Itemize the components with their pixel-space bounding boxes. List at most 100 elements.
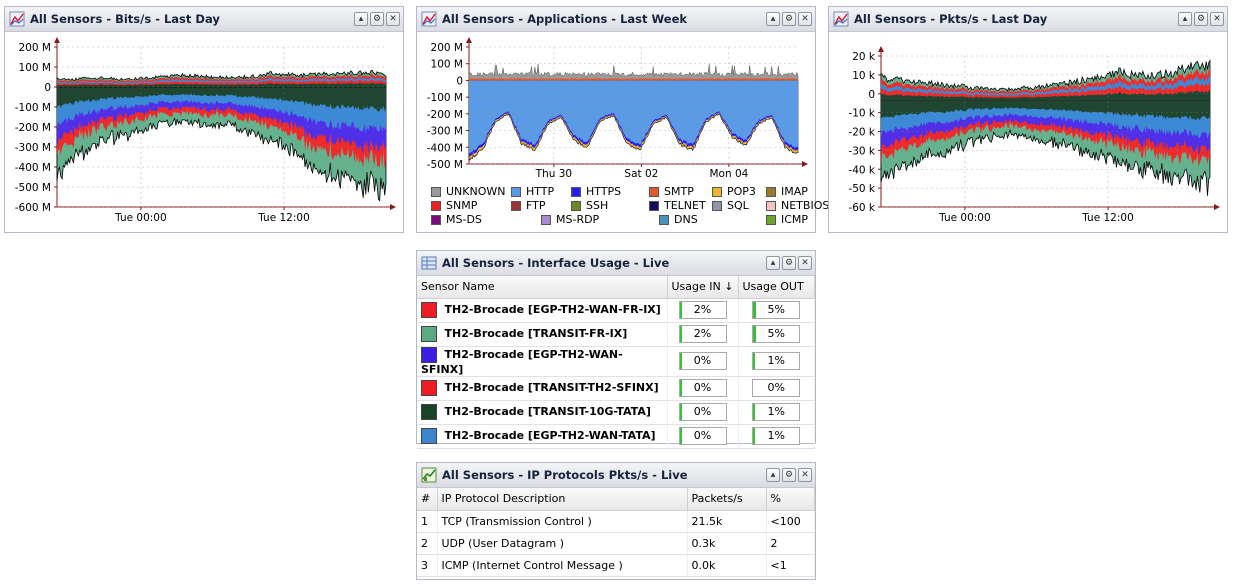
table-row[interactable]: TH2-Brocade [TRANSIT-FR-IX] 2% 5% xyxy=(417,322,815,347)
close-icon[interactable]: ✕ xyxy=(798,256,812,270)
close-icon[interactable]: ✕ xyxy=(798,468,812,482)
legend-item[interactable]: DNS xyxy=(659,213,698,226)
table-row[interactable]: TH2-Brocade [TRANSIT-10G-TATA] 0% 1% xyxy=(417,400,815,425)
legend-item[interactable]: SSH xyxy=(571,199,608,212)
col-sensor-name[interactable]: Sensor Name xyxy=(417,276,668,299)
minimize-icon[interactable]: ▴ xyxy=(766,468,780,482)
usage-in-value: 0% xyxy=(693,429,712,442)
col-usage-out[interactable]: Usage OUT xyxy=(738,276,815,299)
ip-protocols-table: # IP Protocol Description Packets/s % 1 … xyxy=(417,488,815,577)
usage-in-cell: 0% xyxy=(667,376,739,401)
usage-in-bar: 0% xyxy=(678,379,727,397)
sensor-cell: TH2-Brocade [EGP-TH2-WAN-SFINX] xyxy=(417,346,668,377)
legend-item[interactable]: NETBIOS xyxy=(766,199,829,212)
table-row[interactable]: TH2-Brocade [EGP-TH2-WAN-TATA] 0% 1% xyxy=(417,424,815,449)
legend-label: ICMP xyxy=(781,213,809,226)
col-percent[interactable]: % xyxy=(766,488,815,511)
pkts-chart[interactable]: 20 k 10 k 0 -10 k -20 k -30 k -40 k -50 k -60 k T… xyxy=(829,32,1227,232)
table-row[interactable]: 2 UDP (User Datagram ) 0.3k 2 xyxy=(417,532,815,555)
legend-label: MS-RDP xyxy=(556,213,600,226)
panel-title: All Sensors - IP Protocols Pkts/s - Live xyxy=(442,468,688,482)
y-tick-label: -600 M xyxy=(15,202,51,214)
legend-item[interactable]: SMTP xyxy=(649,185,694,198)
y-tick-label: -10 k xyxy=(848,108,875,120)
legend-item[interactable]: FTP xyxy=(511,199,546,212)
chart-icon xyxy=(421,11,437,27)
settings-icon[interactable]: ⚙ xyxy=(782,256,796,270)
col-description[interactable]: IP Protocol Description xyxy=(437,488,688,511)
panel-header[interactable]: All Sensors - Applications - Last Week ▴… xyxy=(417,7,815,32)
minimize-icon[interactable]: ▴ xyxy=(766,12,780,26)
legend-item[interactable]: POP3 xyxy=(712,185,756,198)
settings-icon[interactable]: ⚙ xyxy=(782,12,796,26)
interface-usage-table: Sensor Name Usage IN ↓ Usage OUT TH2-Bro… xyxy=(417,276,815,449)
settings-icon[interactable]: ⚙ xyxy=(370,12,384,26)
usage-in-cell: 0% xyxy=(667,346,739,377)
y-tick-label: -500 M xyxy=(15,182,51,194)
chart-series-group xyxy=(468,63,799,161)
legend-item[interactable]: HTTPS xyxy=(571,185,621,198)
close-icon[interactable]: ✕ xyxy=(798,12,812,26)
legend-item[interactable]: HTTP xyxy=(511,185,554,198)
panel-header[interactable]: All Sensors - Bits/s - Last Day ▴ ⚙ ✕ xyxy=(5,7,403,32)
legend-item[interactable]: SNMP xyxy=(431,199,477,212)
table-chart-icon xyxy=(421,467,437,483)
legend-item[interactable]: MS-RDP xyxy=(541,213,599,226)
usage-in-bar: 0% xyxy=(678,427,727,445)
legend-item[interactable]: UNKNOWN xyxy=(431,185,506,198)
minimize-icon[interactable]: ▴ xyxy=(1178,12,1192,26)
legend-swatch xyxy=(649,186,659,197)
usage-out-value: 1% xyxy=(767,405,785,418)
legend-item[interactable]: IMAP xyxy=(766,185,808,198)
minimize-icon[interactable]: ▴ xyxy=(766,256,780,270)
col-index[interactable]: # xyxy=(417,488,438,511)
y-axis-arrow xyxy=(466,37,472,43)
col-packets[interactable]: Packets/s xyxy=(687,488,767,511)
sensor-color-swatch xyxy=(421,380,437,396)
sensor-name: TH2-Brocade [EGP-TH2-WAN-FR-IX] xyxy=(444,303,661,316)
sensor-name: TH2-Brocade [TRANSIT-10G-TATA] xyxy=(444,405,651,418)
legend-swatch xyxy=(766,200,776,211)
settings-icon[interactable]: ⚙ xyxy=(1194,12,1208,26)
applications-chart[interactable]: 200 M 100 M 0 -100 M -200 M -300 M -400 M -500 … xyxy=(417,32,815,182)
legend-label: UNKNOWN xyxy=(446,185,506,198)
x-tick-label: Sat 02 xyxy=(624,168,658,180)
legend-item[interactable]: TELNET xyxy=(649,199,706,212)
bits-chart[interactable]: 200 M 100 M 0 -100 M -200 M -300 M -400 M -500 … xyxy=(5,32,403,232)
table-row[interactable]: TH2-Brocade [EGP-TH2-WAN-FR-IX] 2% 5% xyxy=(417,298,815,323)
x-tick-label: Tue 00:00 xyxy=(938,212,991,224)
sensor-name: TH2-Brocade [TRANSIT-FR-IX] xyxy=(444,327,628,340)
ip-protocols-rows: 1 TCP (Transmission Control ) 21.5k <100… xyxy=(417,510,815,577)
table-row[interactable]: TH2-Brocade [TRANSIT-TH2-SFINX] 0% 0% xyxy=(417,376,815,401)
close-icon[interactable]: ✕ xyxy=(386,12,400,26)
y-tick-label: -400 M xyxy=(15,162,51,174)
settings-icon[interactable]: ⚙ xyxy=(782,468,796,482)
table-row[interactable]: 3 ICMP (Internet Control Message ) 0.0k … xyxy=(417,554,815,577)
table-row[interactable]: TH2-Brocade [EGP-TH2-WAN-SFINX] 0% 1% xyxy=(417,346,815,377)
legend-item[interactable]: ICMP xyxy=(766,213,808,226)
close-icon[interactable]: ✕ xyxy=(1210,12,1224,26)
legend-swatch xyxy=(431,214,441,225)
legend-label: SQL xyxy=(727,199,749,212)
usage-in-bar: 0% xyxy=(678,403,727,421)
col-usage-in[interactable]: Usage IN ↓ xyxy=(667,276,739,299)
legend-item[interactable]: SQL xyxy=(712,199,749,212)
usage-out-bar: 1% xyxy=(752,427,801,445)
x-tick-label: Tue 12:00 xyxy=(257,212,310,224)
panel-interface-usage: All Sensors - Interface Usage - Live ▴ ⚙… xyxy=(416,250,816,449)
minimize-icon[interactable]: ▴ xyxy=(354,12,368,26)
row-index: 1 xyxy=(417,510,438,533)
legend-item[interactable]: MS-DS xyxy=(431,213,482,226)
legend-label: NETBIOS xyxy=(781,199,830,212)
y-tick-label: -400 M xyxy=(427,142,463,154)
protocol-packets: 21.5k xyxy=(687,510,767,533)
panel-header[interactable]: All Sensors - IP Protocols Pkts/s - Live… xyxy=(417,463,815,488)
legend-label: POP3 xyxy=(727,185,756,198)
table-row[interactable]: 1 TCP (Transmission Control ) 21.5k <100 xyxy=(417,510,815,533)
panel-header[interactable]: All Sensors - Interface Usage - Live ▴ ⚙… xyxy=(417,251,815,276)
panel-tools: ▴ ⚙ ✕ xyxy=(766,468,812,482)
y-tick-label: 0 xyxy=(868,89,875,101)
legend-label: HTTPS xyxy=(586,185,622,198)
panel-header[interactable]: All Sensors - Pkts/s - Last Day ▴ ⚙ ✕ xyxy=(829,7,1227,32)
usage-out-value: 5% xyxy=(767,303,785,316)
